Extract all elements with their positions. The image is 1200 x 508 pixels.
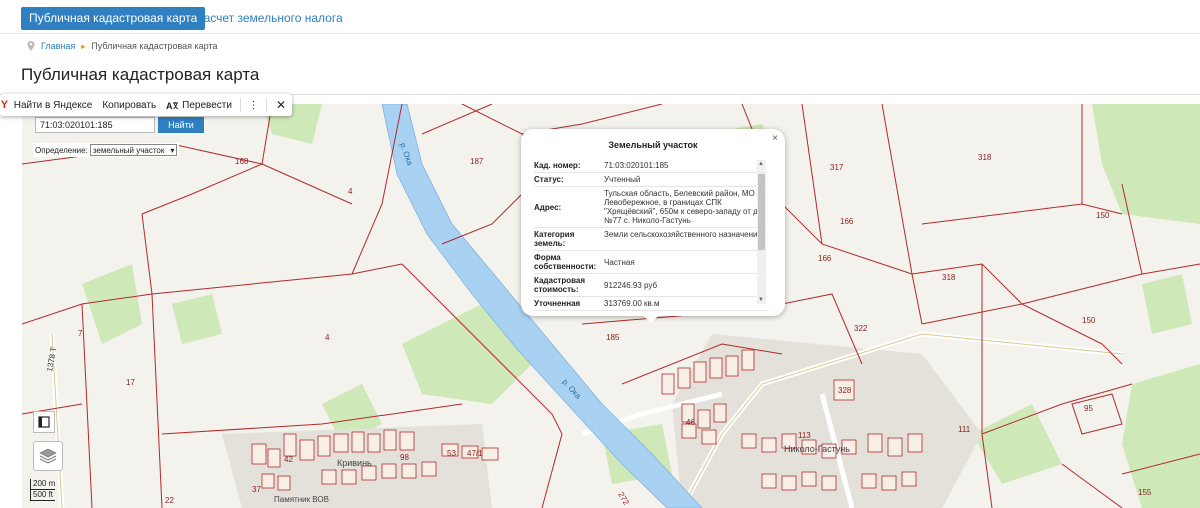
yandex-selection-toolbar: Y Найти в Яндексе Копировать A Перевести… (0, 94, 292, 116)
label-village-krivin: Кривинь (337, 458, 372, 468)
translate-button[interactable]: A Перевести (161, 100, 237, 111)
table-row: Кад. номер: 71:03:020101:185 (534, 159, 767, 173)
layers-button[interactable] (33, 441, 63, 471)
popup-tail (643, 315, 659, 323)
map-layers-toggle-button[interactable] (33, 411, 55, 433)
map-mode-icon (38, 416, 50, 428)
breadcrumb-home[interactable]: Главная (41, 41, 75, 51)
location-pin-icon (27, 41, 35, 51)
label-317: 317 (830, 163, 844, 172)
label-95: 95 (1084, 404, 1093, 413)
scroll-up-icon[interactable]: ▲ (758, 161, 764, 167)
close-icon[interactable]: ✕ (270, 98, 292, 112)
row-value: Учтенный (604, 175, 641, 184)
label-4a: 4 (348, 187, 353, 196)
label-272: 272 (616, 491, 631, 508)
label-166a: 166 (840, 217, 854, 226)
definition-label: Определение: (35, 145, 88, 155)
scale-imperial: 500 ft (30, 490, 56, 501)
tab-land-tax[interactable]: Расчет земельного налога (196, 7, 343, 30)
page-title: Публичная кадастровая карта (21, 65, 260, 84)
breadcrumb-separator-icon: ▸ (81, 41, 86, 51)
search-button[interactable]: Найти (158, 117, 204, 133)
table-row: Кадастровая стоимость: 912246.93 руб (534, 274, 767, 297)
label-17: 17 (126, 378, 135, 387)
row-key: Форма собственности: (534, 253, 597, 271)
top-tabs: Публичная кадастровая карта Расчет земел… (0, 0, 1200, 34)
chevron-down-icon: ▾ (170, 145, 175, 155)
label-22: 22 (165, 496, 174, 505)
label-322: 322 (854, 324, 868, 333)
translate-label: Перевести (182, 99, 232, 111)
label-37: 37 (252, 485, 261, 494)
definition-row: Определение: земельный участок ▾ (33, 143, 180, 157)
label-4b: 4 (325, 333, 330, 342)
find-in-yandex-button[interactable]: Найти в Яндексе (9, 100, 98, 111)
row-value: 71:03:020101:185 (604, 161, 669, 170)
breadcrumb-current: Публичная кадастровая карта (91, 41, 218, 51)
row-value: 912246.93 руб (604, 280, 658, 290)
label-150b: 150 (1082, 316, 1096, 325)
label-318b: 318 (942, 273, 956, 282)
cadastral-search-input[interactable] (35, 117, 155, 133)
label-187: 187 (470, 157, 484, 166)
definition-select[interactable]: земельный участок ▾ (89, 144, 178, 156)
label-328: 328 (838, 386, 852, 395)
label-memorial: Памятник ВОВ (274, 495, 329, 504)
scale-metric: 200 m (30, 479, 56, 490)
label-7: 7 (78, 329, 83, 338)
row-value: 313769.00 кв.м (604, 299, 660, 308)
table-row: Категория земель: Земли сельскохозяйстве… (534, 228, 767, 251)
row-value: Земли сельскохозяйственного назначения (604, 230, 762, 239)
row-key: Кадастровая стоимость: (534, 276, 586, 294)
label-53: 53 (447, 449, 456, 458)
label-185: 185 (606, 333, 620, 342)
row-key: Уточненная площадь: (534, 299, 581, 310)
breadcrumb: Главная ▸ Публичная кадастровая карта (27, 40, 217, 52)
row-key: Кад. номер: (534, 161, 581, 170)
definition-value: земельный участок (92, 145, 165, 155)
label-113: 113 (798, 431, 811, 440)
label-46: 46 (686, 418, 695, 427)
tab-cadastral-map[interactable]: Публичная кадастровая карта (21, 7, 206, 30)
copy-button[interactable]: Копировать (97, 100, 161, 111)
yandex-logo-icon: Y (0, 99, 9, 111)
scrollbar-thumb[interactable] (758, 174, 765, 250)
scroll-down-icon[interactable]: ▼ (758, 297, 764, 303)
label-150a: 150 (1096, 211, 1110, 220)
label-village-nikolo-gastun: Николо-Гастунь (784, 444, 850, 454)
table-row: Адрес: Тульская область, Белевский район… (534, 187, 767, 228)
row-value: Частная (604, 257, 635, 267)
row-value: Тульская область, Белевский район, МО Ле… (604, 189, 761, 225)
parcel-info-popup: × Земельный участок Кад. номер: 71:03:02… (521, 129, 785, 316)
row-key: Адрес: (534, 202, 562, 212)
layers-icon (39, 448, 57, 464)
label-155: 155 (1138, 488, 1152, 497)
label-47-1: 47/1 (467, 449, 483, 458)
table-row: Уточненная площадь: 313769.00 кв.м (534, 297, 767, 311)
popup-title: Земельный участок (608, 140, 698, 150)
table-row: Статус: Учтенный (534, 173, 767, 187)
label-318a: 318 (978, 153, 992, 162)
row-key: Статус: (534, 175, 564, 184)
table-row: Форма собственности: Частная (534, 251, 767, 274)
label-98: 98 (400, 453, 409, 462)
label-111: 111 (958, 425, 971, 434)
label-166b: 166 (818, 254, 832, 263)
more-options-icon[interactable]: ⋮ (243, 100, 263, 111)
map-scale: 200 m 500 ft (30, 479, 56, 501)
parcel-info-table: Кад. номер: 71:03:020101:185 Статус: Учт… (534, 159, 767, 311)
svg-text:A: A (166, 101, 173, 111)
popup-scrollbar[interactable]: ▲ ▼ (757, 160, 766, 304)
translate-icon: A (166, 101, 179, 111)
tabs-divider (0, 33, 1200, 34)
label-168: 168 (235, 157, 249, 166)
row-key: Категория земель: (534, 230, 575, 248)
label-42: 42 (284, 455, 293, 464)
